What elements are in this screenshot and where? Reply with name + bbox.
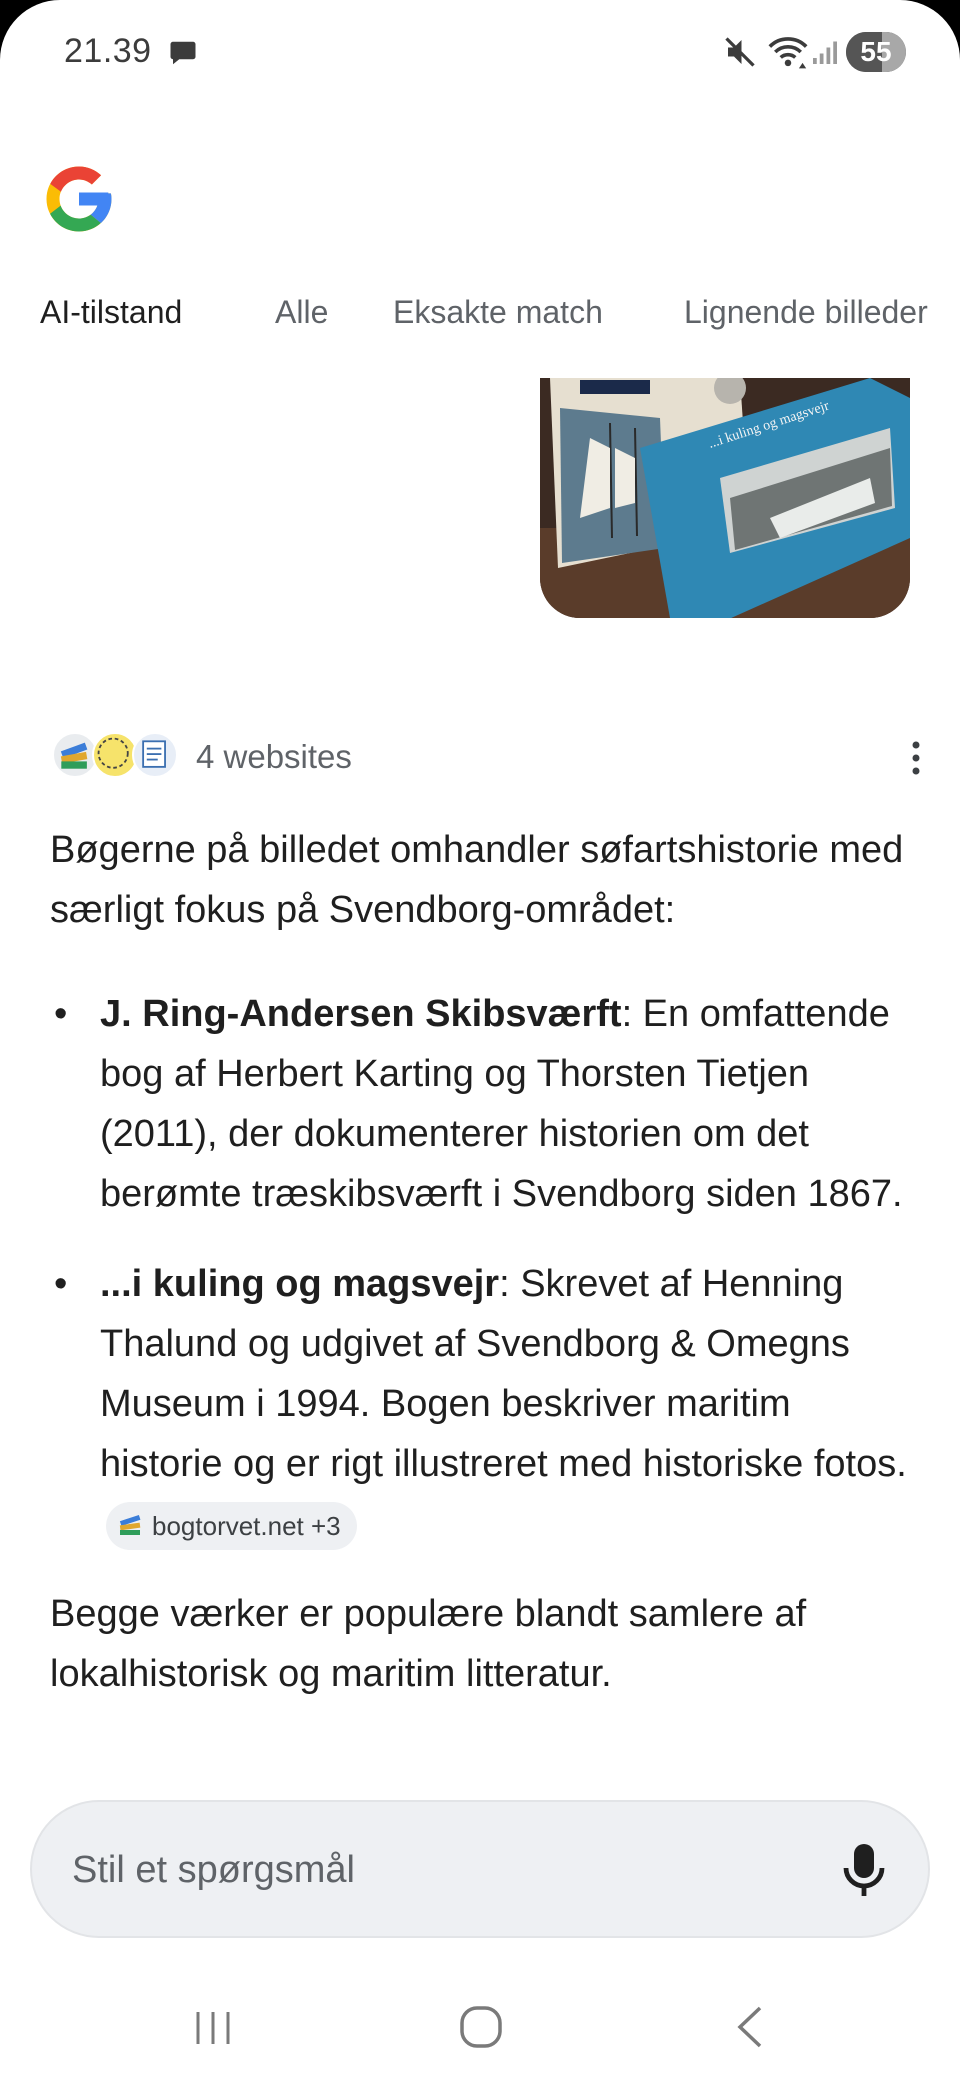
- bullet: •: [54, 1263, 68, 1305]
- nav-back-icon[interactable]: [734, 2004, 764, 2050]
- signal-icon: [813, 41, 837, 64]
- nav-recent-icon[interactable]: [190, 2008, 236, 2048]
- status-time: 21.39: [64, 32, 152, 70]
- list-item: • ...i kuling og magsvejr: Skrevet af He…: [50, 1254, 920, 1554]
- battery-indicator: 55: [846, 32, 906, 72]
- source-favicon-document: [132, 732, 178, 778]
- sources-row[interactable]: 4 websites: [48, 726, 920, 786]
- answer-list: • J. Ring-Andersen Skibsværft: En omfatt…: [50, 984, 920, 1554]
- mute-icon: [725, 37, 755, 67]
- item-title: ...i kuling og magsvejr: [100, 1263, 500, 1305]
- sources-count: 4 websites: [196, 738, 352, 775]
- mic-icon[interactable]: [840, 1842, 888, 1898]
- search-mode-tabs: AI-tilstand Alle Eksakte match Lignende …: [0, 280, 960, 360]
- ask-box[interactable]: [30, 1800, 930, 1938]
- system-nav-bar: [0, 1960, 960, 2080]
- tab-ai-mode[interactable]: AI-tilstand: [40, 294, 182, 331]
- answer-intro: Bøgerne på billedet omhandler søfartshis…: [50, 829, 904, 931]
- battery-level: 55: [860, 36, 892, 67]
- chat-bubble-icon: [170, 41, 196, 65]
- item-title: J. Ring-Andersen Skibsværft: [100, 993, 622, 1035]
- more-vert-icon[interactable]: [906, 740, 926, 776]
- books-icon: [119, 1515, 141, 1536]
- wifi-icon: [768, 37, 808, 69]
- tab-all[interactable]: Alle: [275, 294, 328, 331]
- tab-similar-images[interactable]: Lignende billeder: [684, 294, 928, 331]
- list-item: • J. Ring-Andersen Skibsværft: En omfatt…: [50, 984, 920, 1224]
- query-image[interactable]: ...i kuling og magsvejr: [540, 378, 910, 618]
- source-chip-label: bogtorvet.net +3: [152, 1510, 341, 1541]
- tab-exact-match[interactable]: Eksakte match: [393, 294, 603, 331]
- ai-answer: Bøgerne på billedet omhandler søfartshis…: [50, 820, 920, 1704]
- google-logo[interactable]: [40, 160, 118, 238]
- nav-home-icon[interactable]: [458, 2004, 504, 2050]
- status-bar: 21.39 55: [0, 0, 960, 100]
- screen: 21.39 55 AI-tilstand Alle Eksakte match …: [0, 0, 960, 2080]
- bullet: •: [54, 993, 68, 1035]
- source-chip[interactable]: bogtorvet.net +3: [106, 1501, 357, 1550]
- answer-closing: Begge værker er populære blandt samlere …: [50, 1593, 807, 1695]
- ask-input[interactable]: [72, 1840, 772, 1900]
